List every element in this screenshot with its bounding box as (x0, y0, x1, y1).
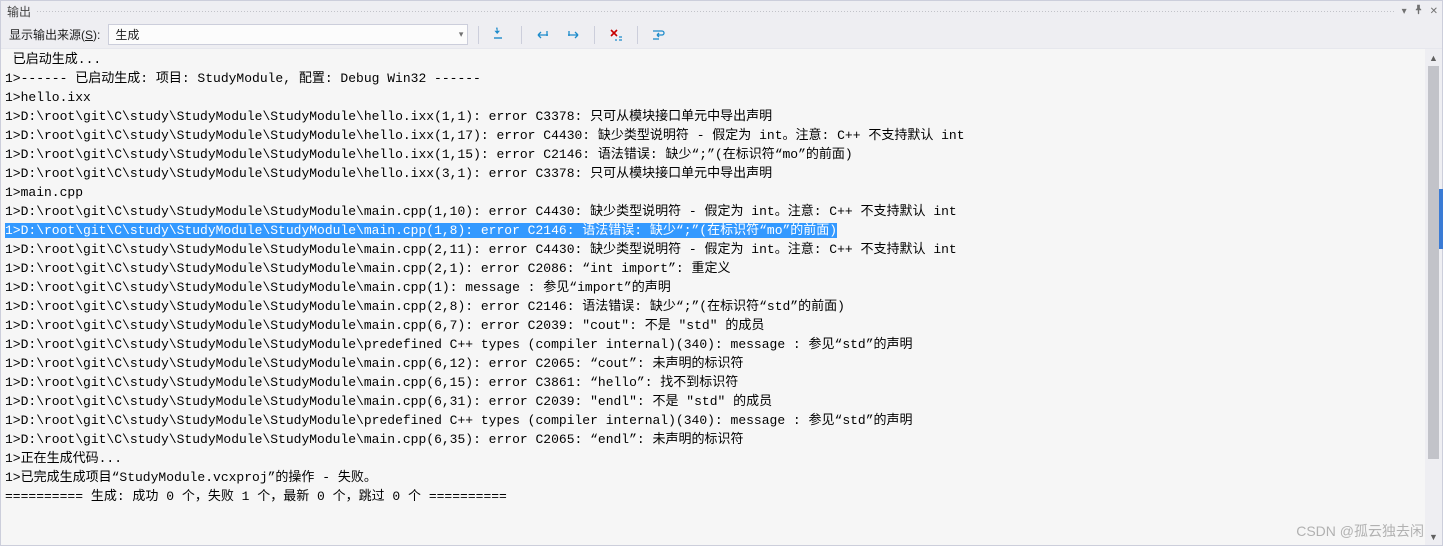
output-line[interactable]: 1>D:\root\git\C\study\StudyModule\StudyM… (3, 373, 1425, 392)
output-line[interactable]: 已启动生成... (3, 50, 1425, 69)
output-line[interactable]: 1>D:\root\git\C\study\StudyModule\StudyM… (3, 145, 1425, 164)
pin-icon[interactable] (1413, 4, 1424, 18)
output-line[interactable]: 1>D:\root\git\C\study\StudyModule\StudyM… (3, 430, 1425, 449)
output-line[interactable]: 1>main.cpp (3, 183, 1425, 202)
window-position-icon[interactable]: ▾ (1402, 6, 1407, 17)
output-line[interactable]: 1>D:\root\git\C\study\StudyModule\StudyM… (3, 107, 1425, 126)
panel-title: 输出 (7, 3, 31, 20)
output-line[interactable]: 1>D:\root\git\C\study\StudyModule\StudyM… (3, 335, 1425, 354)
scroll-up-icon[interactable]: ▲ (1425, 49, 1442, 66)
output-line[interactable]: 1>D:\root\git\C\study\StudyModule\StudyM… (3, 392, 1425, 411)
output-line[interactable]: 1>D:\root\git\C\study\StudyModule\StudyM… (3, 278, 1425, 297)
toggle-word-wrap-button[interactable] (648, 24, 670, 46)
goto-next-button[interactable] (562, 24, 584, 46)
output-line[interactable]: 1>D:\root\git\C\study\StudyModule\StudyM… (3, 164, 1425, 183)
output-line[interactable]: 1>D:\root\git\C\study\StudyModule\StudyM… (3, 411, 1425, 430)
show-output-from-label: 显示输出来源(S): (9, 26, 100, 43)
output-line[interactable]: 1>已完成生成项目“StudyModule.vcxproj”的操作 - 失败。 (3, 468, 1425, 487)
toolbar-divider (521, 26, 522, 44)
edge-selection-marker (1439, 189, 1443, 249)
goto-previous-button[interactable] (532, 24, 554, 46)
panel-title-bar: 输出 ▾ ✕ (1, 1, 1442, 21)
dropdown-value: 生成 (115, 26, 139, 43)
output-toolbar: 显示输出来源(S): 生成 ▾ (1, 21, 1442, 49)
output-content-wrap: 已启动生成...1>------ 已启动生成: 项目: StudyModule,… (1, 49, 1442, 545)
output-source-dropdown[interactable]: 生成 ▾ (108, 24, 468, 45)
scroll-track[interactable] (1425, 66, 1442, 528)
toolbar-divider (594, 26, 595, 44)
output-line[interactable]: 1>------ 已启动生成: 项目: StudyModule, 配置: Deb… (3, 69, 1425, 88)
output-line[interactable]: 1>D:\root\git\C\study\StudyModule\StudyM… (3, 316, 1425, 335)
scroll-thumb[interactable] (1428, 66, 1439, 459)
output-line[interactable]: 1>D:\root\git\C\study\StudyModule\StudyM… (3, 259, 1425, 278)
output-text-area[interactable]: 已启动生成...1>------ 已启动生成: 项目: StudyModule,… (1, 49, 1425, 545)
output-line[interactable]: 1>D:\root\git\C\study\StudyModule\StudyM… (3, 221, 1425, 240)
clear-all-button[interactable] (605, 24, 627, 46)
toolbar-divider (478, 26, 479, 44)
title-grip (37, 11, 1396, 12)
output-line[interactable]: 1>D:\root\git\C\study\StudyModule\StudyM… (3, 126, 1425, 145)
find-message-button[interactable] (489, 24, 511, 46)
toolbar-divider (637, 26, 638, 44)
output-line[interactable]: 1>D:\root\git\C\study\StudyModule\StudyM… (3, 297, 1425, 316)
output-panel: 输出 ▾ ✕ 显示输出来源(S): 生成 ▾ (0, 0, 1443, 546)
output-line[interactable]: 1>D:\root\git\C\study\StudyModule\StudyM… (3, 240, 1425, 259)
selected-output-line[interactable]: 1>D:\root\git\C\study\StudyModule\StudyM… (5, 223, 837, 238)
output-line[interactable]: ========== 生成: 成功 0 个，失败 1 个，最新 0 个，跳过 0… (3, 487, 1425, 506)
output-line[interactable]: 1>正在生成代码... (3, 449, 1425, 468)
output-line[interactable]: 1>hello.ixx (3, 88, 1425, 107)
output-line[interactable]: 1>D:\root\git\C\study\StudyModule\StudyM… (3, 354, 1425, 373)
close-icon[interactable]: ✕ (1430, 6, 1438, 17)
output-line[interactable]: 1>D:\root\git\C\study\StudyModule\StudyM… (3, 202, 1425, 221)
panel-window-controls: ▾ ✕ (1402, 4, 1438, 18)
scroll-down-icon[interactable]: ▼ (1425, 528, 1442, 545)
chevron-down-icon: ▾ (459, 29, 464, 40)
vertical-scrollbar[interactable]: ▲ ▼ (1425, 49, 1442, 545)
